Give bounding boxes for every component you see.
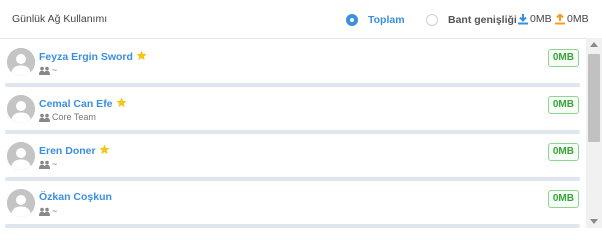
user-row[interactable]: Cemal Can Efe Core Team 0MB <box>5 90 583 134</box>
page-title: Günlük Ağ Kullanımı <box>12 13 108 25</box>
upload-icon <box>555 13 565 24</box>
user-avatar-icon <box>7 95 35 123</box>
avatar <box>7 189 35 217</box>
user-name[interactable]: Özkan Coşkun <box>39 191 112 203</box>
usage-badge: 0MB <box>547 190 579 208</box>
group-name: ~ <box>52 206 58 216</box>
user-name-link[interactable]: Eren Doner <box>39 144 110 157</box>
avatar <box>7 95 35 123</box>
user-name[interactable]: Feyza Ergin Sword <box>39 51 133 63</box>
radio-indicator[interactable] <box>426 14 438 26</box>
vertical-scrollbar[interactable] <box>586 38 602 228</box>
scroll-up-arrow-icon[interactable] <box>590 42 598 47</box>
radio-indicator[interactable] <box>346 14 358 26</box>
star-icon <box>136 50 147 61</box>
user-avatar-icon <box>7 189 35 217</box>
group-icon <box>39 160 50 169</box>
user-group: ~ <box>39 65 57 75</box>
user-list: Feyza Ergin Sword ~0MB Cemal Can Efe Core T… <box>0 38 602 228</box>
user-group: Core Team <box>39 112 96 122</box>
user-row[interactable]: Özkan Coşkun ~0MB <box>5 184 583 228</box>
usage-bar <box>5 83 580 87</box>
user-avatar-icon <box>7 142 35 170</box>
group-name: Core Team <box>52 112 96 122</box>
usage-bar <box>5 224 580 228</box>
user-row[interactable]: Eren Doner ~0MB <box>5 137 583 181</box>
user-name-link[interactable]: Özkan Coşkun <box>39 191 112 203</box>
user-name-link[interactable]: Feyza Ergin Sword <box>39 50 147 63</box>
radio-toplam[interactable]: Toplam <box>346 13 405 27</box>
usage-badge: 0MB <box>547 49 579 67</box>
download-icon <box>518 13 528 24</box>
download-total: 0MB <box>518 13 552 25</box>
avatar <box>7 48 35 76</box>
user-avatar-icon <box>7 48 35 76</box>
user-group: ~ <box>39 206 57 216</box>
group-name: ~ <box>52 159 58 169</box>
radio-bant-genisligi[interactable]: Bant genişliği <box>426 13 517 27</box>
user-name[interactable]: Cemal Can Efe <box>39 98 113 110</box>
usage-badge: 0MB <box>547 143 579 161</box>
group-icon <box>39 113 50 122</box>
star-icon <box>115 97 127 108</box>
user-name[interactable]: Eren Doner <box>39 145 96 157</box>
user-row[interactable]: Feyza Ergin Sword ~0MB <box>5 43 583 87</box>
scrollbar-thumb[interactable] <box>588 54 600 142</box>
usage-badge: 0MB <box>547 96 579 114</box>
download-value: 0MB <box>530 13 552 25</box>
radio-label[interactable]: Bant genişliği <box>448 14 517 26</box>
usage-bar <box>5 177 580 181</box>
upload-total: 0MB <box>555 13 589 25</box>
star-icon <box>98 144 110 155</box>
radio-label[interactable]: Toplam <box>368 14 405 26</box>
user-group: ~ <box>39 159 57 169</box>
header: Günlük Ağ Kullanımı Toplam Bant genişliğ… <box>0 0 602 38</box>
group-icon <box>39 207 50 216</box>
avatar <box>7 142 35 170</box>
upload-value: 0MB <box>567 13 589 25</box>
usage-bar <box>5 130 580 134</box>
group-name: ~ <box>52 65 58 75</box>
user-name-link[interactable]: Cemal Can Efe <box>39 97 127 110</box>
group-icon <box>39 66 50 75</box>
scroll-down-arrow-icon[interactable] <box>590 219 598 224</box>
